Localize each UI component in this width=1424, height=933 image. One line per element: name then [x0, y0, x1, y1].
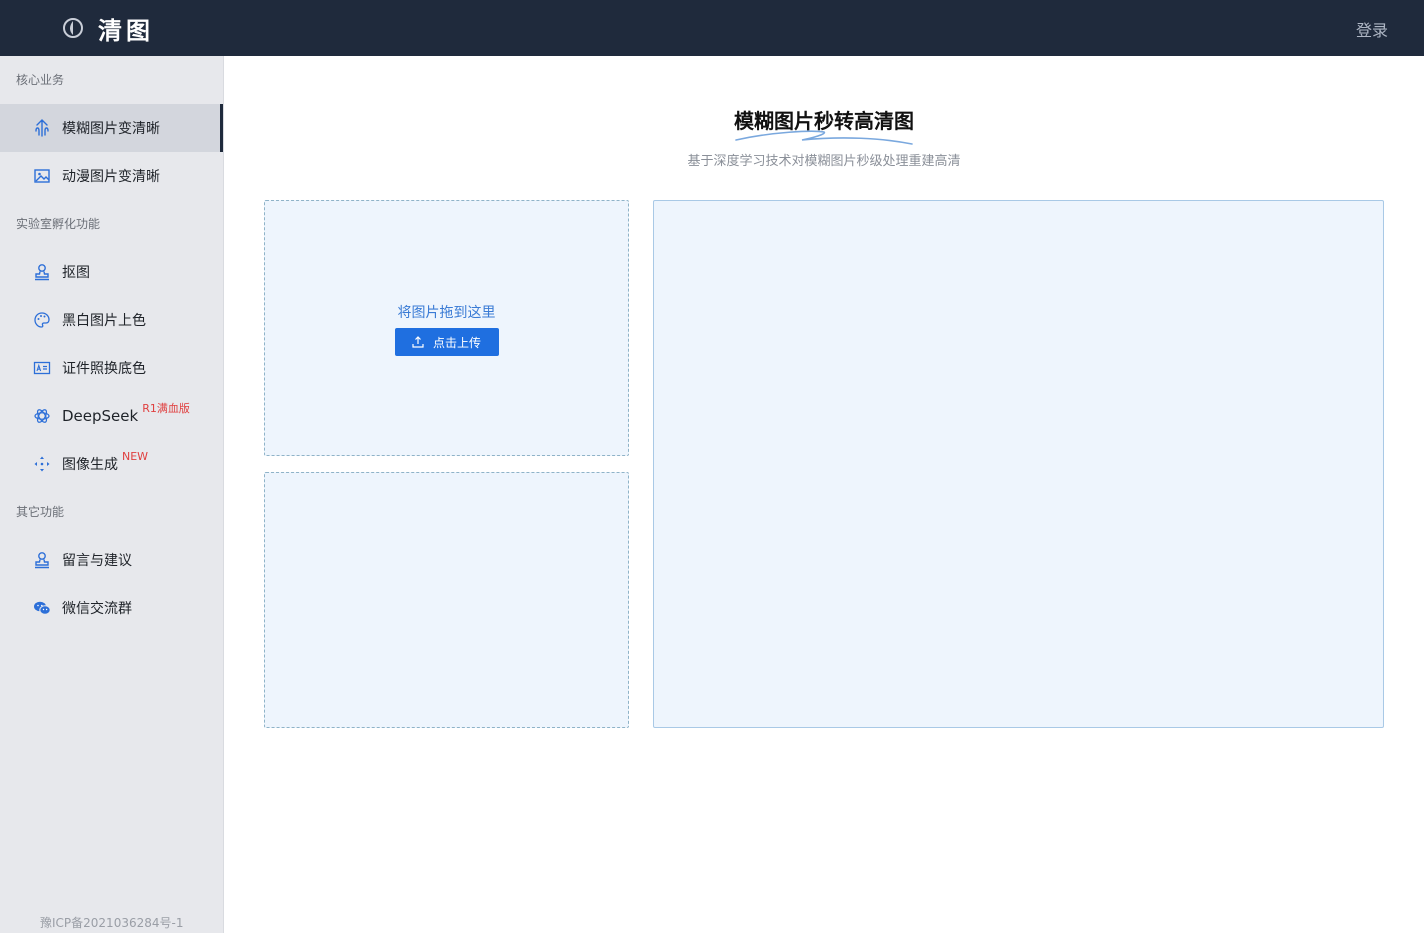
- palette-icon: [33, 311, 51, 329]
- sidebar-item-label: 动漫图片变清晰: [62, 169, 160, 185]
- upload-dropzone[interactable]: 将图片拖到这里 点击上传: [264, 200, 629, 456]
- sidebar-item-anime-to-clear[interactable]: 动漫图片变清晰: [0, 152, 223, 200]
- sidebar-item-label: 抠图: [62, 265, 90, 281]
- section-title-lab: 实验室孵化功能: [16, 217, 101, 231]
- section-title-core: 核心业务: [16, 73, 65, 87]
- section-title-other: 其它功能: [16, 505, 65, 519]
- upload-button-label: 点击上传: [432, 335, 481, 350]
- sidebar-item-id-photo[interactable]: 证件照换底色: [0, 344, 223, 392]
- sidebar-item-label: 微信交流群: [62, 601, 132, 617]
- picture-icon: [33, 167, 51, 185]
- icp-record-link[interactable]: 豫ICP备2021036284号-1: [40, 914, 183, 931]
- sidebar-item-wechat-group[interactable]: 微信交流群: [0, 584, 223, 632]
- sidebar-item-blur-to-clear[interactable]: 模糊图片变清晰: [0, 104, 223, 152]
- top-header: 清图 登录: [0, 0, 1424, 56]
- upload-button[interactable]: 点击上传: [394, 328, 499, 356]
- result-preview-panel: [653, 200, 1384, 728]
- move-arrows-icon: [33, 455, 51, 473]
- title-underline-decoration: [735, 130, 913, 145]
- login-link[interactable]: 登录: [1356, 17, 1388, 41]
- sidebar: 核心业务 模糊图片变清晰 动漫图片变清晰 实验室孵化功能 抠图 黑白图片上色 证…: [0, 56, 224, 933]
- brand[interactable]: 清图: [62, 11, 154, 46]
- sidebar-item-feedback[interactable]: 留言与建议: [0, 536, 223, 584]
- page-subtitle: 基于深度学习技术对模糊图片秒级处理重建高清: [687, 154, 961, 169]
- new-badge: NEW: [122, 449, 149, 463]
- openai-knot-icon: [33, 407, 51, 425]
- sidebar-item-label: 黑白图片上色: [62, 313, 146, 329]
- sidebar-item-label: 图像生成: [62, 457, 118, 473]
- person-stamp-icon: [33, 263, 51, 281]
- sidebar-item-image-gen[interactable]: 图像生成 NEW: [0, 440, 223, 488]
- sidebar-item-deepseek[interactable]: DeepSeek R1满血版: [0, 392, 223, 440]
- sidebar-item-cutout[interactable]: 抠图: [0, 248, 223, 296]
- sidebar-item-colorize[interactable]: 黑白图片上色: [0, 296, 223, 344]
- wechat-icon: [33, 599, 51, 617]
- r1-full-badge: R1满血版: [142, 402, 190, 415]
- main-content: 模糊图片秒转高清图 基于深度学习技术对模糊图片秒级处理重建高清 将图片拖到这里 …: [224, 56, 1424, 933]
- drop-hint: 将图片拖到这里: [397, 305, 496, 321]
- sidebar-item-label: DeepSeek: [62, 407, 139, 425]
- id-card-icon: [33, 359, 51, 377]
- person-stamp-icon: [33, 551, 51, 569]
- image-enhance-icon: [33, 119, 51, 137]
- upload-icon: [412, 336, 424, 348]
- sidebar-item-label: 证件照换底色: [62, 361, 146, 377]
- brand-name: 清图: [98, 15, 154, 45]
- logo-icon: [62, 17, 84, 39]
- sidebar-item-label: 模糊图片变清晰: [62, 121, 160, 137]
- sidebar-item-label: 留言与建议: [62, 553, 132, 569]
- original-preview-panel: [264, 472, 629, 728]
